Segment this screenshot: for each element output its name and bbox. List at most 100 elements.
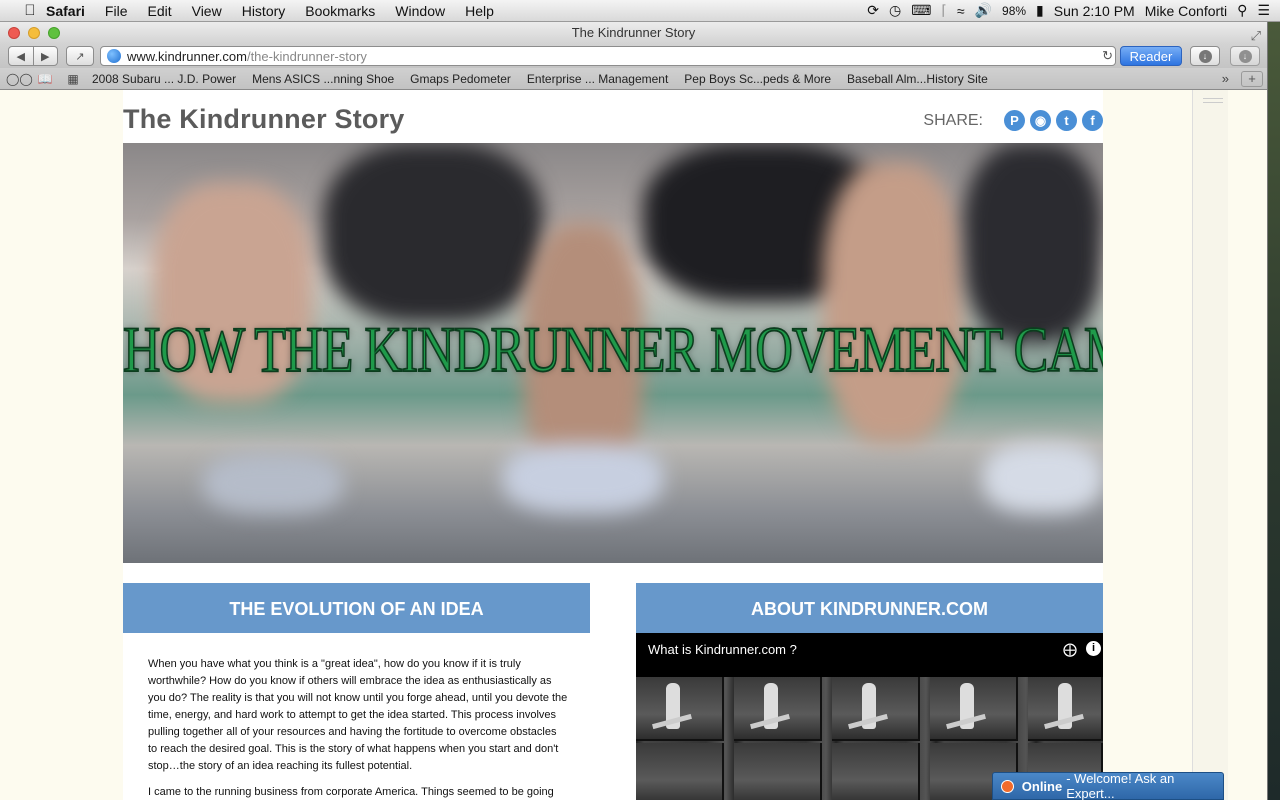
thumbnail-frame <box>636 677 724 741</box>
bookmarks-bar: ◯◯ 📖 ▦ 2008 Subaru ... J.D. Power Mens A… <box>0 68 1267 90</box>
site-globe-icon <box>107 49 121 63</box>
url-path: /the-kindrunner-story <box>246 48 367 64</box>
time-machine-icon[interactable]: ◷ <box>889 2 901 19</box>
download-icon: ↓ <box>1238 49 1252 63</box>
chat-status: Online <box>1021 778 1063 794</box>
wifi-icon[interactable]: ≈ <box>957 3 965 19</box>
keyboard-icon[interactable]: ⌨ <box>911 2 931 19</box>
hero-shoe-shape <box>503 443 663 513</box>
share-bar: SHARE: P ◉ t f <box>923 110 1103 131</box>
new-tab-button[interactable]: + <box>1241 71 1263 87</box>
menu-window[interactable]: Window <box>385 3 455 19</box>
bluetooth-icon[interactable]: ⌈ <box>941 2 946 19</box>
hero-headline: HOW THE KINDRUNNER MOVEMENT CAME TO BE. <box>123 314 1103 387</box>
window-title: The Kindrunner Story <box>571 25 696 40</box>
bookmark-item[interactable]: Gmaps Pedometer <box>402 72 519 86</box>
bookmark-item[interactable]: Mens ASICS ...nning Shoe <box>244 72 402 86</box>
menu-help[interactable]: Help <box>455 3 504 19</box>
instagram-icon[interactable]: ◉ <box>1030 110 1051 131</box>
sidebar-divider <box>1203 102 1223 103</box>
right-gutter <box>1188 90 1228 800</box>
hero-shoe-shape <box>203 453 343 513</box>
hero-shoe-shape <box>983 443 1103 513</box>
chevron-left-icon: ◀ <box>16 50 25 63</box>
evolution-paragraph: I came to the running business from corp… <box>148 786 554 798</box>
thumbnail-frame <box>832 677 920 741</box>
twitter-icon[interactable]: t <box>1056 110 1077 131</box>
hero-runner-shape <box>323 143 543 323</box>
thumbnail-frame <box>930 677 1018 741</box>
notification-center-icon[interactable]: ☰ <box>1257 2 1270 19</box>
address-bar[interactable]: www.kindrunner.com/the-kindrunner-story … <box>100 46 1116 66</box>
back-button[interactable]: ◀ <box>9 46 34 66</box>
desktop-background <box>1268 22 1280 800</box>
thumbnail-frame <box>636 743 724 800</box>
bookmark-item[interactable]: Baseball Alm...History Site <box>839 72 996 86</box>
thumbnail-frame <box>1028 677 1103 741</box>
back-forward-group: ◀ ▶ <box>8 46 58 66</box>
online-chat-widget[interactable]: Online - Welcome! Ask an Expert... <box>992 771 1224 800</box>
reader-button[interactable]: Reader <box>1120 46 1182 66</box>
menubar:  Safari File Edit View History Bookmark… <box>0 0 1280 22</box>
thumbnail-frame <box>734 743 822 800</box>
share-button[interactable]: ↗ <box>66 46 94 66</box>
browser-window: The Kindrunner Story ⤢ ◀ ▶ ↗ www.kindrun… <box>0 22 1268 800</box>
page-title: The Kindrunner Story <box>123 104 405 134</box>
forward-button[interactable]: ▶ <box>34 46 58 66</box>
video-share-icon[interactable]: ⨁ <box>1063 641 1077 658</box>
video-title[interactable]: What is Kindrunner.com ? <box>648 642 797 657</box>
sync-icon[interactable]: ⟳ <box>867 2 879 19</box>
reading-list-icon[interactable]: ◯◯ <box>6 72 33 86</box>
bookmarks-book-icon[interactable]: 📖 <box>34 72 56 86</box>
hero-banner: HOW THE KINDRUNNER MOVEMENT CAME TO BE. <box>123 143 1103 563</box>
close-window-button[interactable] <box>8 27 20 39</box>
url-host: www.kindrunner.com <box>127 48 247 64</box>
downloads-button[interactable]: ↓ <box>1190 46 1220 66</box>
menubar-status-area: ⟳ ◷ ⌨ ⌈ ≈ 🔊 98% ▮ Sun 2:10 PM Mike Confo… <box>867 2 1280 19</box>
reload-icon[interactable]: ↻ <box>1102 48 1113 64</box>
bookmark-item[interactable]: Enterprise ... Management <box>519 72 676 86</box>
menu-file[interactable]: File <box>95 3 138 19</box>
apple-menu-icon[interactable]:  <box>20 2 40 19</box>
web-page: The Kindrunner Story SHARE: P ◉ t f HOW … <box>0 90 1228 800</box>
evolution-paragraph: When you have what you think is a "great… <box>148 658 568 772</box>
downloads-button-secondary[interactable]: ↓ <box>1230 46 1260 66</box>
clock[interactable]: Sun 2:10 PM <box>1054 3 1135 19</box>
minimize-window-button[interactable] <box>28 27 40 39</box>
evolution-section-header: THE EVOLUTION OF AN IDEA <box>123 583 590 633</box>
menu-history[interactable]: History <box>232 3 296 19</box>
about-section-header: ABOUT KINDRUNNER.COM <box>636 583 1103 633</box>
page-content: The Kindrunner Story SHARE: P ◉ t f HOW … <box>123 90 1103 800</box>
share-icon: ↗ <box>75 50 85 63</box>
thumbnail-frame <box>832 743 920 800</box>
video-info-icon[interactable]: i <box>1086 641 1101 656</box>
sidebar-divider <box>1203 98 1223 99</box>
browser-toolbar: ◀ ▶ ↗ www.kindrunner.com/the-kindrunner-… <box>0 44 1267 68</box>
window-titlebar: The Kindrunner Story ⤢ <box>0 22 1267 44</box>
chevron-right-icon: ▶ <box>41 50 50 63</box>
volume-icon[interactable]: 🔊 <box>975 2 992 19</box>
sidebar-panel <box>1192 90 1228 800</box>
thumbnail-frame <box>734 677 822 741</box>
user-name[interactable]: Mike Conforti <box>1145 3 1227 19</box>
bookmark-item[interactable]: 2008 Subaru ... J.D. Power <box>84 72 244 86</box>
menu-edit[interactable]: Edit <box>137 3 181 19</box>
battery-icon[interactable]: ▮ <box>1036 2 1044 19</box>
facebook-icon[interactable]: f <box>1082 110 1103 131</box>
share-label: SHARE: <box>923 111 983 129</box>
battery-percent[interactable]: 98% <box>1002 4 1026 18</box>
chat-message: - Welcome! Ask an Expert... <box>1066 771 1175 800</box>
hero-runner-shape <box>823 163 963 443</box>
zoom-window-button[interactable] <box>48 27 60 39</box>
menu-bookmarks[interactable]: Bookmarks <box>295 3 385 19</box>
chat-status-icon <box>1001 779 1014 793</box>
download-icon: ↓ <box>1198 49 1212 63</box>
evolution-article: When you have what you think is a "great… <box>148 656 568 800</box>
menu-app-safari[interactable]: Safari <box>40 3 95 19</box>
top-sites-grid-icon[interactable]: ▦ <box>62 72 84 86</box>
menu-view[interactable]: View <box>182 3 232 19</box>
spotlight-search-icon[interactable]: ⚲ <box>1237 2 1247 19</box>
bookmark-item[interactable]: Pep Boys Sc...peds & More <box>676 72 839 86</box>
bookmarks-overflow-icon[interactable]: » <box>1222 71 1229 86</box>
pinterest-icon[interactable]: P <box>1004 110 1025 131</box>
